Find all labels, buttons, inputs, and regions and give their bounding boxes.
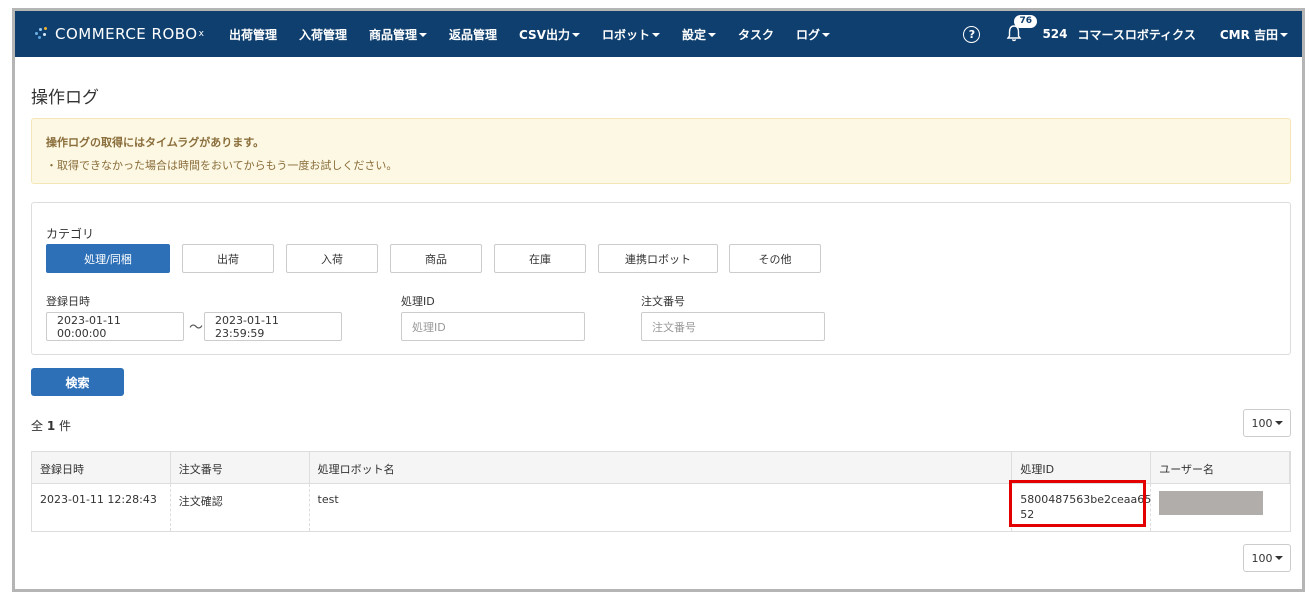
nav-count: 524 (1042, 27, 1068, 41)
notification-button[interactable]: 76 (1006, 15, 1037, 44)
brand-logo[interactable]: COMMERCE ROBO x (33, 25, 204, 43)
result-count: 全 1 件 (31, 417, 71, 434)
nav-csv-export-label: CSV出力 (519, 27, 570, 42)
process-id-input[interactable]: 処理ID (401, 312, 585, 341)
warning-alert: 操作ログの取得にはタイムラグがあります。 ・取得できなかった場合は時間をおいてか… (31, 118, 1291, 184)
alert-body: ・取得できなかった場合は時間をおいてからもう一度お試しください。 (46, 159, 398, 172)
category-label: カテゴリ (46, 227, 95, 241)
cell-registered-at: 2023-01-11 12:28:43 (32, 484, 171, 531)
notification-badge: 76 (1014, 15, 1037, 28)
page-size-select-bottom[interactable]: 100 (1243, 544, 1291, 572)
category-button-other[interactable]: その他 (729, 244, 821, 273)
page-title: 操作ログ (31, 88, 99, 108)
nav-shipping-label: 出荷管理 (228, 27, 277, 42)
nav-settings[interactable]: 設定 (682, 26, 716, 43)
category-button-shipping[interactable]: 出荷 (182, 244, 274, 273)
nav-receiving-label: 入荷管理 (298, 27, 347, 42)
page-size-value: 100 (1251, 416, 1273, 430)
user-menu[interactable]: CMR 吉田 (1220, 26, 1288, 43)
caret-down-icon (571, 33, 580, 37)
nav-shipping[interactable]: 出荷管理 (229, 26, 277, 43)
order-no-input[interactable]: 注文番号 (641, 312, 825, 341)
cell-user-name (1151, 484, 1290, 531)
col-process-id[interactable]: 処理ID (1012, 452, 1152, 483)
nav-robot[interactable]: ロボット (602, 26, 660, 43)
question-circle-icon[interactable]: ? (963, 25, 981, 43)
caret-down-icon (822, 33, 831, 37)
search-button[interactable]: 検索 (31, 368, 124, 396)
brand-name: COMMERCE ROBO (55, 25, 198, 43)
nav-returns-label: 返品管理 (448, 27, 497, 42)
col-user-name[interactable]: ユーザー名 (1151, 452, 1291, 483)
filter-panel: カテゴリ 処理/同梱 出荷 入荷 商品 在庫 連携ロボット その他 登録日時 2… (31, 202, 1291, 355)
redacted-user-name (1159, 491, 1264, 515)
col-robot-name[interactable]: 処理ロボット名 (310, 452, 1013, 483)
process-id-label: 処理ID (401, 295, 435, 308)
caret-down-icon (708, 33, 716, 37)
category-button-receiving[interactable]: 入荷 (286, 244, 378, 273)
app-window: COMMERCE ROBO x 出荷管理 入荷管理 商品管理 返品管理 CSV出… (12, 8, 1305, 592)
result-count-prefix: 全 (31, 419, 44, 433)
nav-products-label: 商品管理 (368, 27, 417, 42)
result-count-value: 1 (46, 419, 56, 433)
date-to-input[interactable]: 2023-01-11 23:59:59 (204, 312, 342, 341)
date-separator: 〜 (189, 320, 203, 336)
caret-down-icon (1274, 556, 1283, 560)
nav-robot-label: ロボット (601, 27, 650, 42)
col-registered-at[interactable]: 登録日時 (32, 452, 171, 483)
caret-down-icon (1280, 33, 1288, 37)
nav-receiving[interactable]: 入荷管理 (299, 26, 347, 43)
brand-sparkle-icon (33, 25, 51, 43)
cell-order-no: 注文確認 (171, 484, 310, 531)
nav-settings-label: 設定 (681, 27, 706, 42)
nav-right: ? 76 524 コマースロボティクス CMR 吉田 (963, 11, 1302, 57)
caret-down-icon (418, 33, 427, 37)
nav-tasks-label: タスク (738, 27, 775, 42)
caret-down-icon (1274, 421, 1283, 425)
category-button-products[interactable]: 商品 (390, 244, 482, 273)
category-button-linked-robot[interactable]: 連携ロボット (598, 244, 718, 273)
nav-logs-label: ログ (796, 27, 821, 42)
brand-sup: x (198, 29, 204, 39)
alert-title: 操作ログの取得にはタイムラグがあります。 (46, 136, 265, 149)
page-size-value: 100 (1251, 551, 1273, 565)
top-navbar: COMMERCE ROBO x 出荷管理 入荷管理 商品管理 返品管理 CSV出… (15, 11, 1302, 57)
result-count-suffix: 件 (59, 419, 72, 433)
nav-company-name[interactable]: コマースロボティクス (1078, 26, 1196, 43)
caret-down-icon (651, 33, 660, 37)
date-from-input[interactable]: 2023-01-11 00:00:00 (46, 312, 184, 341)
highlight-box (1009, 480, 1146, 527)
nav-logs[interactable]: ログ (796, 26, 831, 43)
nav-products[interactable]: 商品管理 (369, 26, 427, 43)
date-label: 登録日時 (46, 295, 90, 308)
user-menu-label: CMR 吉田 (1219, 27, 1278, 42)
category-button-inventory[interactable]: 在庫 (494, 244, 586, 273)
nav-returns[interactable]: 返品管理 (449, 26, 497, 43)
page-size-select-top[interactable]: 100 (1243, 409, 1291, 437)
col-order-no[interactable]: 注文番号 (171, 452, 310, 483)
order-no-label: 注文番号 (641, 295, 685, 308)
category-button-processing[interactable]: 処理/同梱 (46, 244, 170, 273)
nav-tasks[interactable]: タスク (738, 26, 774, 43)
nav-csv-export[interactable]: CSV出力 (519, 26, 580, 43)
cell-robot-name: test (310, 484, 1013, 531)
